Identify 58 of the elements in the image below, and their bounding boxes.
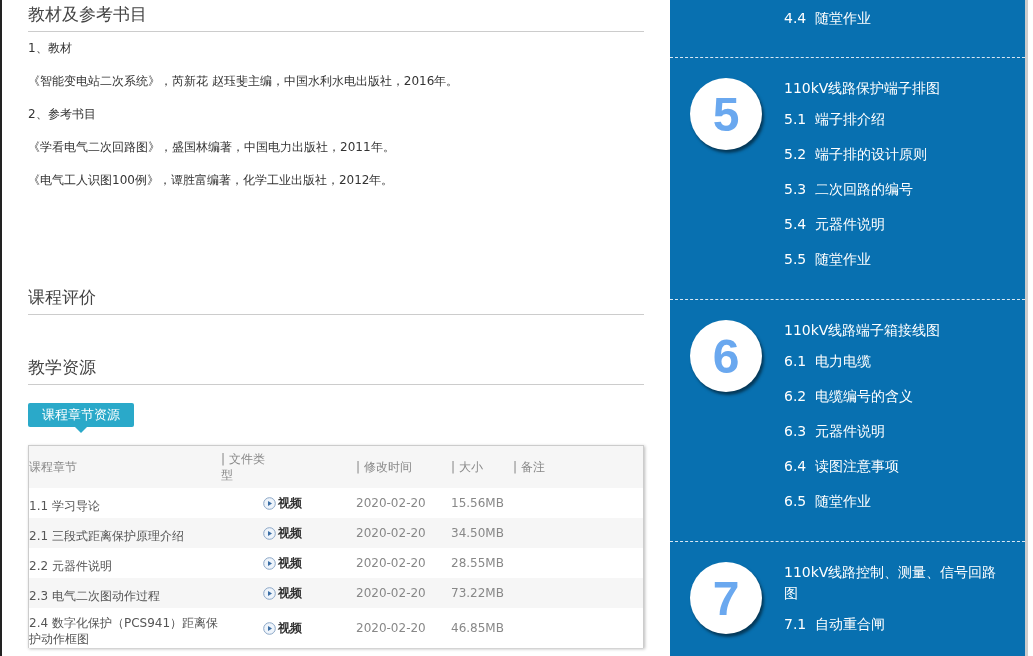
table-cell-text: 2020-02-20 xyxy=(356,495,427,511)
table-cell: 视频 xyxy=(278,524,302,542)
table-cell-text: 2.4 数字化保护（PCS941）距离保护动作框图 xyxy=(29,615,220,647)
text-line: 《电气工人识图100例》，谭胜富编著，化学工业出版社，2012年。 xyxy=(28,172,395,189)
syllabus-item[interactable]: 5.4 元器件说明 xyxy=(784,210,1006,245)
syllabus-item[interactable]: 5.5 随堂作业 xyxy=(784,245,1006,280)
unit-number-badge: 6 xyxy=(690,320,762,392)
syllabus-item[interactable]: 6.1 电力电缆 xyxy=(784,347,1006,382)
section-title: 教材及参考书目 xyxy=(28,0,644,32)
column-header: 课程章节 xyxy=(29,459,78,475)
table-cell-text: 2.1 三段式距离保护原理介绍 xyxy=(29,528,185,544)
table-cell-text: 2020-02-20 xyxy=(356,555,427,571)
unit-title[interactable]: 110kV线路端子箱接线图 xyxy=(784,320,1006,341)
section-title: 课程评价 xyxy=(28,283,644,315)
syllabus-item[interactable]: 6.4 读图注意事项 xyxy=(784,452,1006,487)
syllabus-item[interactable]: 5.2 端子排的设计原则 xyxy=(784,140,1006,175)
section-tab[interactable]: 课程章节资源 xyxy=(28,403,134,427)
table-cell: 视频 xyxy=(278,584,302,602)
unit-number-badge: 7 xyxy=(690,562,762,634)
table-cell-text: 1.1 学习导论 xyxy=(29,498,101,514)
column-header: | 文件类型 xyxy=(221,451,266,483)
table-cell-text: 15.56MB xyxy=(451,495,505,511)
play-icon xyxy=(263,586,276,600)
table-cell-text: 2.2 元器件说明 xyxy=(29,558,113,574)
syllabus-item[interactable]: 6.5 随堂作业 xyxy=(784,487,1006,522)
column-header: | 大小 xyxy=(451,459,484,475)
play-icon xyxy=(263,621,276,635)
table-cell-text: 2.3 电气二次图动作过程 xyxy=(29,588,161,604)
syllabus-item[interactable]: 4.4 随堂作业 xyxy=(784,4,1006,39)
syllabus-item[interactable]: 6.3 元器件说明 xyxy=(784,417,1006,452)
tab-pointer xyxy=(75,427,87,433)
syllabus-item[interactable]: 5.3 二次回路的编号 xyxy=(784,175,1006,210)
table-cell: 视频 xyxy=(278,619,302,637)
play-icon xyxy=(263,556,276,570)
syllabus-item[interactable]: 6.2 电缆编号的含义 xyxy=(784,382,1006,417)
play-icon xyxy=(263,496,276,510)
table-cell-text: 2020-02-20 xyxy=(356,585,427,601)
unit-title[interactable]: 110kV线路保护端子排图 xyxy=(784,78,1006,99)
text-line: 1、教材 xyxy=(28,40,73,57)
table-cell-text: 46.85MB xyxy=(451,620,505,636)
unit-number-badge: 5 xyxy=(690,78,762,150)
syllabus-item[interactable]: 7.1 自动重合闸 xyxy=(784,610,1006,645)
table-cell: 视频 xyxy=(278,554,302,572)
text-line: 2、参考书目 xyxy=(28,106,97,123)
text-line: 《学看电气二次回路图》，盛国林编著，中国电力出版社，2011年。 xyxy=(28,139,396,156)
table-cell-text: 73.22MB xyxy=(451,585,505,601)
play-icon xyxy=(263,526,276,540)
table-cell-text: 28.55MB xyxy=(451,555,505,571)
table-cell-text: 2020-02-20 xyxy=(356,620,427,636)
column-header: | 修改时间 xyxy=(356,459,413,475)
table-cell-text: 2020-02-20 xyxy=(356,525,427,541)
column-header: | 备注 xyxy=(513,459,546,475)
text-line: 《智能变电站二次系统》，芮新花 赵珏斐主编，中国水利水电出版社，2016年。 xyxy=(28,73,460,90)
section-title: 教学资源 xyxy=(28,353,644,385)
syllabus-item[interactable]: 5.1 端子排介绍 xyxy=(784,105,1006,140)
unit-title[interactable]: 110kV线路控制、测量、信号回路图 xyxy=(784,562,1006,604)
table-cell-text: 34.50MB xyxy=(451,525,505,541)
table-cell: 视频 xyxy=(278,494,302,512)
